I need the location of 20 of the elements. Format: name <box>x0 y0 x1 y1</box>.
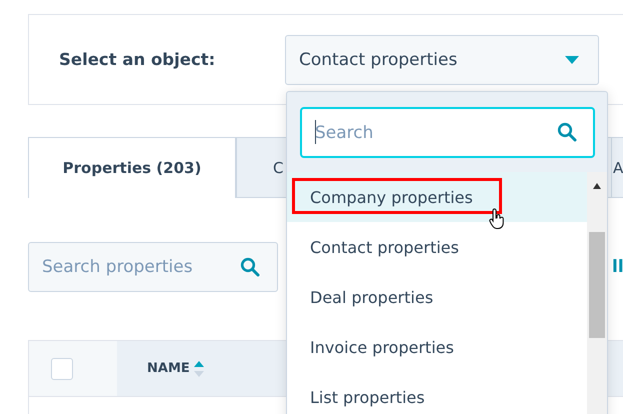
caret-icon <box>565 56 579 64</box>
scrollbar[interactable] <box>587 172 607 414</box>
link[interactable]: ll <box>612 257 623 277</box>
hand-cursor-icon <box>489 208 505 230</box>
dropdown-item[interactable]: Invoice properties <box>287 322 587 372</box>
dropdown-search-field[interactable]: Search <box>300 107 595 158</box>
dropdown-item[interactable]: Deal properties <box>287 272 587 322</box>
object-select[interactable]: Contact properties <box>285 34 599 84</box>
checkbox[interactable] <box>51 358 73 380</box>
tab[interactable]: Properties (203) <box>28 137 236 198</box>
search-icon <box>240 257 260 277</box>
search-icon <box>557 122 577 142</box>
select-label: Select an object: <box>59 50 216 69</box>
search-field[interactable]: Search properties <box>28 242 278 292</box>
sort-icon[interactable] <box>194 360 204 378</box>
column-header[interactable]: NAME <box>147 361 190 376</box>
scroll-up-icon[interactable] <box>593 183 601 189</box>
dropdown-item[interactable]: List properties <box>287 372 587 414</box>
tab[interactable]: A <box>612 137 623 198</box>
dropdown-item[interactable]: Contact properties <box>287 222 587 272</box>
